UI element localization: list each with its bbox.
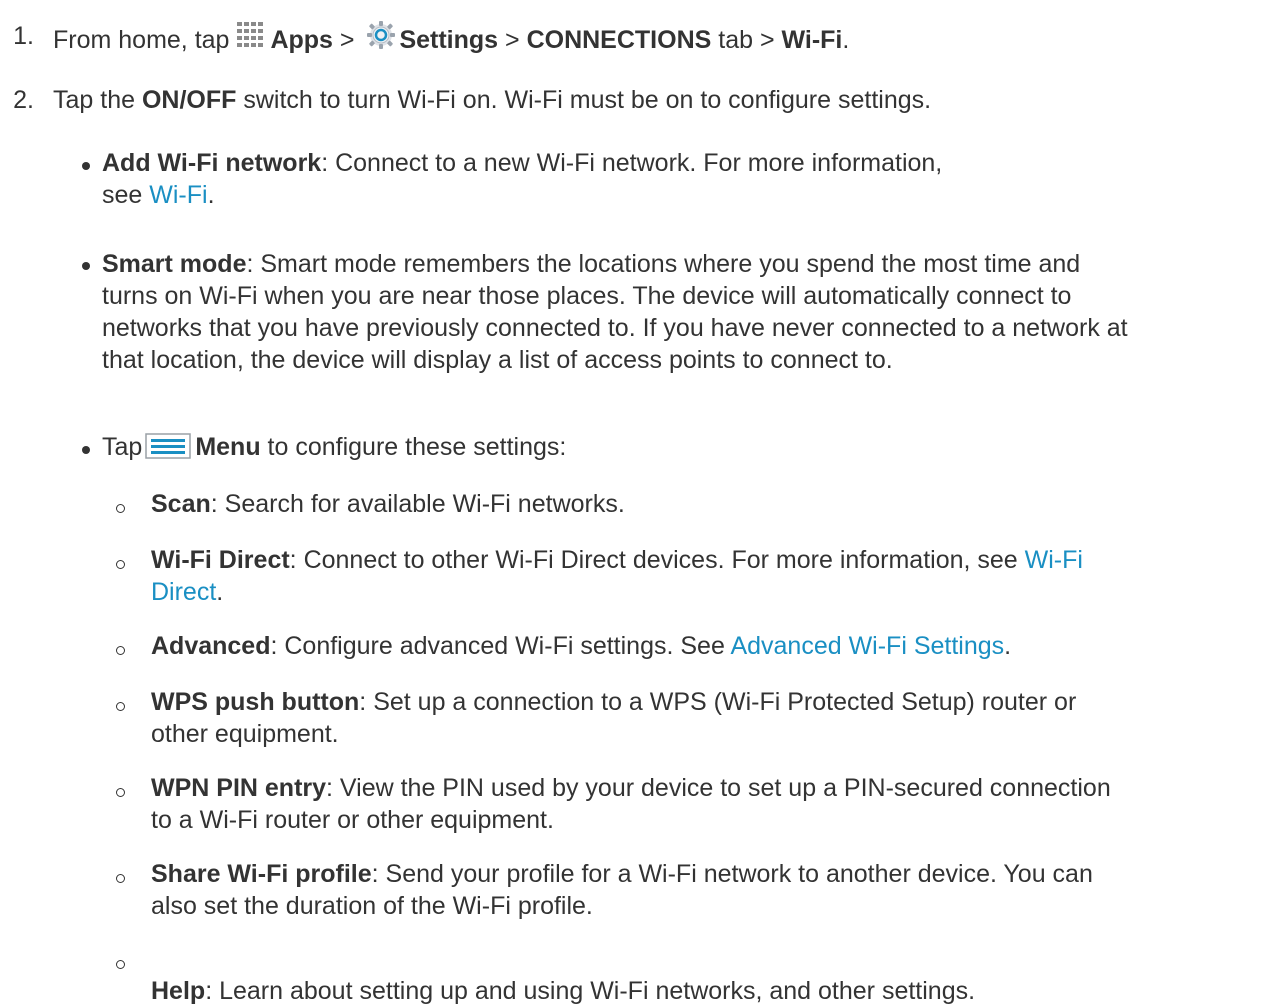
period: . (207, 181, 215, 209)
subitem-desc: : Connect to other Wi-Fi Direct devices.… (289, 546, 1025, 574)
sub-bullet-circle (116, 788, 125, 797)
wifi-direct-link[interactable]: Direct (151, 578, 216, 606)
subitem-desc: : Send your profile for a Wi-Fi network … (371, 860, 1093, 888)
bullet-desc: : Smart mode remembers the locations whe… (246, 250, 1081, 278)
subitem-term: WPN PIN entry (151, 774, 327, 802)
subitem-advanced: Advanced: Configure advanced Wi-Fi setti… (151, 630, 1231, 662)
bullet-desc: that location, the device will display a… (102, 346, 893, 374)
subitem-desc: other equipment. (151, 720, 339, 748)
step-text: Tap the (53, 86, 142, 114)
subitem-desc: : Configure advanced Wi-Fi settings. See (270, 632, 731, 660)
period: . (1004, 632, 1012, 660)
onoff-label: ON/OFF (141, 86, 237, 114)
bullet-term: Smart mode (102, 250, 247, 278)
bullet-desc: Tap (102, 433, 143, 461)
subitem-term: Wi-Fi Direct (151, 546, 290, 574)
subitem-wifi-direct: Wi-Fi Direct: Connect to other Wi-Fi Dir… (151, 544, 1231, 608)
step-text: switch to turn Wi-Fi on. Wi-Fi must be o… (236, 86, 932, 114)
sub-bullet-circle (116, 702, 125, 711)
bullet-dot (82, 262, 90, 270)
apps-grid-icon (233, 22, 269, 48)
connections-label: CONNECTIONS (526, 26, 712, 54)
sub-bullet-circle (116, 504, 125, 513)
advanced-wifi-settings-link[interactable]: Advanced Wi-Fi Settings (730, 632, 1004, 660)
sub-bullet-circle (116, 874, 125, 883)
bullet-term: Add Wi-Fi network (102, 149, 322, 177)
step-text: From home, tap (53, 26, 230, 54)
settings-gear-icon (367, 20, 396, 50)
period: . (216, 578, 224, 606)
separator: > (498, 26, 527, 54)
subitem-term: WPS push button (151, 688, 360, 716)
bullet-smart-mode: Smart mode: Smart mode remembers the loc… (102, 248, 1182, 376)
menu-icon (145, 433, 192, 459)
subitem-term: Share Wi-Fi profile (151, 860, 372, 888)
subitem-term: Scan (151, 490, 211, 518)
wifi-direct-link[interactable]: Wi-Fi (1025, 546, 1083, 574)
menu-label: Menu (195, 433, 261, 461)
wifi-link[interactable]: Wi-Fi (149, 181, 207, 209)
wifi-label: Wi-Fi (781, 26, 843, 54)
subitem-desc: : View the PIN used by your device to se… (326, 774, 1111, 802)
bullet-tap-menu: Tap Menu to configure these settings: (102, 431, 1182, 463)
bullet-desc: : Connect to a new Wi-Fi network. For mo… (321, 149, 943, 177)
subitem-share-wifi-profile: Share Wi-Fi profile: Send your profile f… (151, 858, 1231, 922)
sub-bullet-circle (116, 560, 125, 569)
subitem-wpn-pin-entry: WPN PIN entry: View the PIN used by your… (151, 772, 1231, 836)
period: . (842, 26, 850, 54)
subitem-desc: : Search for available Wi-Fi networks. (210, 490, 625, 518)
bullet-dot (82, 162, 90, 170)
step-1-text: From home, tap Apps > Settings > CONNECT… (53, 20, 1133, 56)
bullet-desc: see (102, 181, 150, 209)
step-number: 2. (13, 86, 34, 114)
bullet-dot (82, 446, 90, 454)
subitem-desc: : Learn about setting up and using Wi-Fi… (205, 977, 976, 1005)
separator: tab > (711, 26, 782, 54)
bullet-desc: to configure these settings: (260, 433, 567, 461)
sub-bullet-circle (116, 960, 125, 969)
subitem-desc: : Set up a connection to a WPS (Wi-Fi Pr… (359, 688, 1077, 716)
bullet-add-wifi-network: Add Wi-Fi network: Connect to a new Wi-F… (102, 147, 1182, 211)
subitem-term: Help (151, 977, 206, 1005)
bullet-desc: turns on Wi-Fi when you are near those p… (102, 282, 1072, 310)
settings-label: Settings (399, 26, 499, 54)
separator: > (332, 26, 362, 54)
subitem-scan: Scan: Search for available Wi-Fi network… (151, 488, 1231, 520)
subitem-wps-push-button: WPS push button: Set up a connection to … (151, 686, 1231, 750)
step-number: 1. (13, 22, 34, 50)
subitem-desc: also set the duration of the Wi-Fi profi… (151, 892, 593, 920)
sub-bullet-circle (116, 646, 125, 655)
subitem-term: Advanced (151, 632, 271, 660)
step-2-text: Tap the ON/OFF switch to turn Wi-Fi on. … (53, 84, 1133, 116)
subitem-desc: to a Wi-Fi router or other equipment. (151, 806, 554, 834)
apps-label: Apps (270, 26, 333, 54)
subitem-help: Help: Learn about setting up and using W… (151, 978, 1231, 1004)
bullet-desc: networks that you have previously connec… (102, 314, 1128, 342)
